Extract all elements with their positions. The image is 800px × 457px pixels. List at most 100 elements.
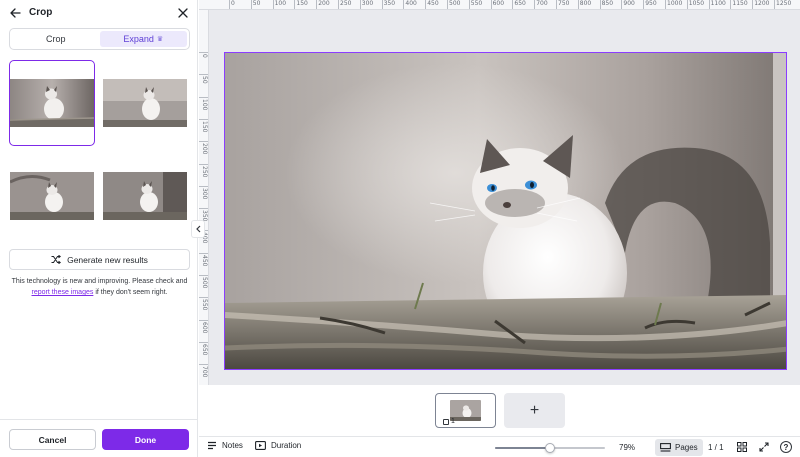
ruler-tick-mark [403, 0, 405, 9]
pages-icon [660, 443, 671, 452]
crown-icon: ♛ [156, 36, 164, 43]
ruler-tick-mark [621, 0, 623, 9]
ruler-tick-label: 350 [383, 0, 396, 7]
ruler-tick-mark [199, 208, 208, 210]
ruler-tick-label: 1250 [776, 0, 792, 7]
ruler-tick-label: 200 [201, 143, 208, 155]
ruler-tick-mark [643, 0, 645, 9]
fullscreen-icon[interactable] [759, 442, 769, 454]
generate-new-results-button[interactable]: Generate new results [9, 249, 190, 270]
ruler-tick-label: 550 [470, 0, 483, 7]
app-root: Crop Crop Expand ♛ Generate new results … [0, 0, 800, 457]
disclaimer-after: if they don't seem right. [95, 289, 168, 296]
tab-crop[interactable]: Crop [12, 31, 100, 47]
zoom-slider-knob[interactable] [545, 443, 555, 453]
zoom-percentage[interactable]: 79% [619, 443, 635, 452]
result-thumbnail [10, 79, 94, 127]
ruler-tick-mark [381, 0, 383, 9]
collapse-panel-handle[interactable] [191, 220, 205, 238]
notes-label: Notes [222, 441, 243, 450]
ruler-tick-label: 0 [201, 54, 208, 58]
ruler-tick-label: 300 [201, 187, 208, 200]
ruler-tick-mark [577, 0, 579, 9]
duration-button[interactable]: Duration [255, 441, 301, 450]
ruler-tick-label: 700 [201, 366, 208, 378]
ruler-tick-label: 1100 [710, 0, 726, 7]
ruler-tick-mark [708, 0, 710, 9]
ruler-tick-mark [752, 0, 754, 9]
ruler-tick-label: 1000 [667, 0, 683, 7]
cat-photo [225, 53, 786, 369]
ruler-tick-mark [468, 0, 470, 9]
ruler-tick-label: 900 [623, 0, 635, 7]
ruler-tick-mark [199, 96, 208, 98]
ruler-tick-label: 100 [274, 0, 287, 7]
notes-button[interactable]: Notes [207, 441, 243, 450]
ruler-tick-label: 650 [201, 343, 208, 356]
cancel-button[interactable]: Cancel [9, 429, 96, 450]
ruler-tick-label: 250 [340, 0, 352, 7]
ruler-horizontal: 0 50 100 150 200 250 300 350 400 450 500 550 600 650 7… [199, 0, 800, 10]
ruler-tick-label: 50 [252, 0, 261, 7]
ruler-tick-mark [556, 0, 557, 9]
ruler-tick-mark [272, 0, 274, 9]
duration-icon [255, 441, 266, 450]
page-number: 1 [451, 418, 455, 425]
tab-expand[interactable]: Expand ♛ [99, 31, 187, 47]
chevron-left-icon [195, 225, 200, 233]
ruler-tick-mark [447, 0, 448, 9]
result-thumbnail [10, 172, 94, 220]
ruler-tick-mark [199, 52, 208, 53]
tab-crop-label: Crop [45, 34, 66, 44]
ruler-tick-label: 650 [514, 0, 526, 7]
report-images-link[interactable]: report these images [32, 289, 94, 296]
ruler-tick-label: 0 [231, 0, 235, 7]
ruler-tick-label: 600 [492, 0, 505, 7]
page-count: 1 / 1 [708, 443, 724, 452]
grid-view-icon[interactable] [737, 442, 747, 454]
page-thumbnail-1[interactable]: 1 [435, 393, 496, 428]
generate-new-results-label: Generate new results [67, 254, 148, 265]
ruler-tick-label: 600 [201, 321, 208, 334]
add-page-button[interactable]: + [504, 393, 565, 428]
panel-title: Crop [29, 7, 53, 18]
ruler-tick-mark [665, 0, 666, 9]
ruler-tick-label: 950 [645, 0, 657, 7]
ruler-tick-mark [294, 0, 296, 9]
expand-result-4[interactable] [102, 153, 188, 239]
done-button[interactable]: Done [102, 429, 189, 450]
design-page-image[interactable] [224, 52, 787, 370]
ruler-tick-label: 300 [361, 0, 374, 7]
zoom-slider[interactable] [495, 443, 605, 453]
pages-button[interactable]: Pages [655, 439, 703, 456]
ruler-tick-label: 1150 [732, 0, 748, 7]
expand-result-3[interactable] [9, 153, 95, 239]
page-icon [443, 418, 449, 425]
ruler-tick-mark [359, 0, 361, 9]
panel-footer: Cancel Done [0, 419, 198, 457]
expand-result-2[interactable] [102, 60, 188, 146]
ruler-tick-mark [199, 319, 208, 321]
ruler-tick-mark [199, 163, 208, 165]
ruler-tick-label: 500 [449, 0, 461, 7]
close-icon[interactable] [175, 5, 191, 21]
ruler-tick-label: 400 [405, 0, 417, 7]
ruler-tick-label: 250 [201, 165, 208, 177]
result-thumbnail [103, 172, 187, 220]
pages-label: Pages [675, 443, 698, 452]
ruler-tick-label: 850 [601, 0, 614, 7]
ruler-tick-label: 800 [579, 0, 592, 7]
help-icon[interactable]: ? [780, 441, 792, 453]
ruler-tick-label: 200 [318, 0, 330, 7]
ruler-tick-label: 1050 [688, 0, 705, 7]
shuffle-icon [51, 255, 62, 264]
ruler-tick-label: 750 [558, 0, 570, 7]
ruler-tick-label: 150 [296, 0, 308, 7]
ruler-tick-label: 550 [201, 299, 208, 311]
zoom-slider-fill [495, 447, 550, 449]
ruler-tick-label: 450 [201, 254, 208, 267]
back-arrow-icon[interactable] [7, 5, 23, 21]
disclaimer-before: This technology is new and improving. Pl… [11, 278, 188, 285]
disclaimer-text: This technology is new and improving. Pl… [5, 276, 194, 298]
expand-result-1[interactable] [9, 60, 95, 146]
